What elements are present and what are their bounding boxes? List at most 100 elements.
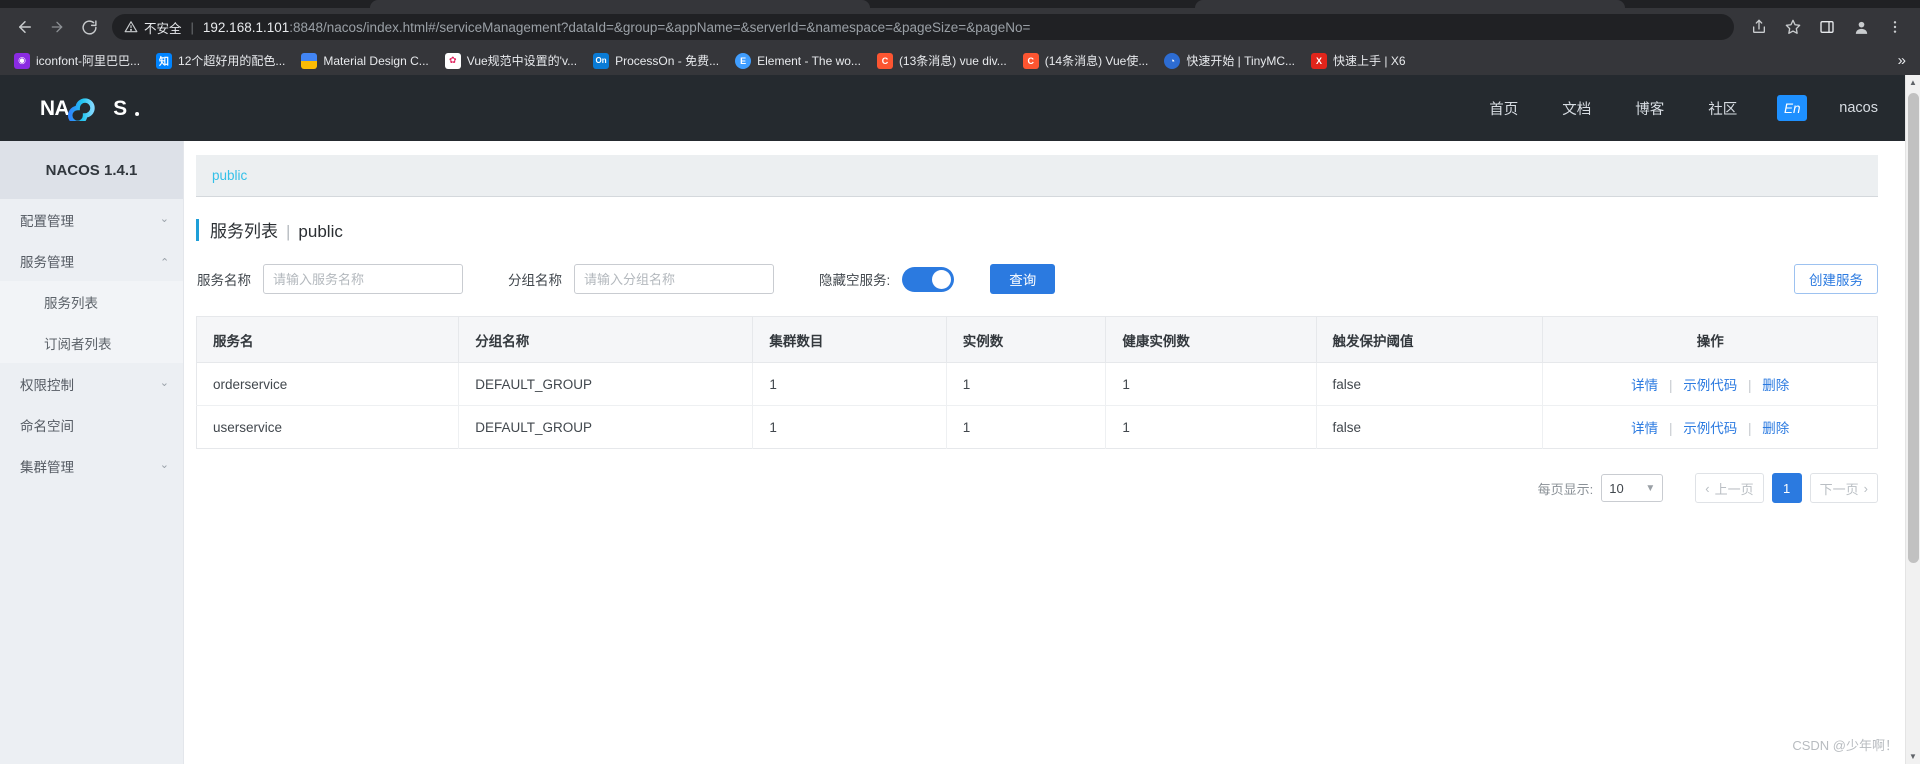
bookmark-label: 快速上手 | X6 [1333, 54, 1406, 68]
cell-group-name: DEFAULT_GROUP [458, 405, 754, 449]
delete-link[interactable]: 删除 [1762, 421, 1789, 436]
bookmark-label: (13条消息) vue div... [898, 54, 1007, 68]
scrollbar-thumb[interactable] [1908, 93, 1919, 563]
bookmark-label: iconfont-阿里巴巴... [36, 54, 141, 68]
column-header-instance-count: 实例数 [946, 316, 1107, 363]
browser-window: 不安全 | 192.168.1.101:8848/nacos/index.htm… [0, 0, 1920, 764]
scroll-down-arrow-icon[interactable]: ▼ [1906, 749, 1920, 764]
nav-item-home[interactable]: 首页 [1467, 98, 1540, 119]
user-menu[interactable]: nacos [1825, 100, 1888, 116]
table-header-row: 服务名 分组名称 集群数目 实例数 健康实例数 触发保护阈值 操作 [196, 316, 1878, 363]
bookmark-item[interactable]: On ProcessOn - 免费... [585, 49, 727, 72]
reload-button[interactable] [74, 12, 104, 42]
hide-empty-service-toggle[interactable] [902, 266, 955, 292]
column-header-cluster-count: 集群数目 [752, 316, 947, 363]
bookmark-label: (14条消息) Vue使... [1044, 54, 1149, 68]
page-title: 服务列表 | public [196, 217, 1878, 242]
page-number-button[interactable]: 1 [1771, 473, 1802, 503]
sidebar-item-label: 服务管理 [20, 254, 74, 270]
vertical-scrollbar[interactable]: ▲ ▼ [1905, 75, 1920, 764]
user-avatar-icon [1855, 21, 1867, 34]
nav-item-community[interactable]: 社区 [1686, 98, 1759, 119]
group-name-label: 分组名称 [508, 273, 562, 288]
browser-tab-active[interactable] [370, 0, 870, 8]
bookmark-item[interactable]: 知 12个超好用的配色... [148, 49, 293, 72]
bookmarks-overflow-button[interactable]: » [1892, 50, 1912, 71]
bookmark-label: Material Design C... [323, 53, 429, 68]
bookmark-item[interactable]: C (13条消息) vue div... [869, 49, 1015, 72]
cell-instance-count: 1 [946, 362, 1107, 406]
table-row: orderservice DEFAULT_GROUP 1 1 1 false 详… [196, 362, 1878, 406]
chevron-right-icon: › [1863, 480, 1868, 496]
column-header-operations: 操作 [1542, 316, 1878, 363]
action-separator: | [1747, 378, 1752, 393]
detail-link[interactable]: 详情 [1631, 378, 1658, 393]
table-row: userservice DEFAULT_GROUP 1 1 1 false 详情… [196, 405, 1878, 449]
bookmark-item[interactable]: Material Design C... [293, 50, 436, 72]
address-bar-url: 192.168.1.101:8848/nacos/index.html#/ser… [203, 20, 1030, 35]
nav-item-blog[interactable]: 博客 [1613, 98, 1686, 119]
chrome-menu-button[interactable] [1880, 12, 1910, 42]
forward-button[interactable] [42, 12, 72, 42]
delete-link[interactable]: 删除 [1762, 378, 1789, 393]
profile-button[interactable] [1846, 12, 1876, 42]
bookmark-item[interactable]: ✿ Vue规范中设置的'v... [437, 49, 585, 72]
back-arrow-icon [19, 21, 31, 33]
service-table: 服务名 分组名称 集群数目 实例数 健康实例数 触发保护阈值 操作 orders… [196, 316, 1878, 449]
query-button[interactable]: 查询 [990, 264, 1056, 294]
forward-arrow-icon [51, 21, 63, 33]
group-name-input[interactable] [574, 264, 774, 294]
tab-strip [0, 0, 1920, 8]
detail-link[interactable]: 详情 [1631, 421, 1658, 436]
cell-protect-threshold: false [1316, 405, 1544, 449]
back-button[interactable] [10, 12, 40, 42]
main-content: public 服务列表 | public 服务名称 分组名称 隐藏空服务: [184, 141, 1920, 764]
toolbar-actions [1744, 12, 1910, 42]
sidebar-item-service-list[interactable]: 服务列表 [0, 281, 183, 322]
page-size-select[interactable]: 10 ▼ [1601, 474, 1664, 502]
share-button[interactable] [1744, 12, 1774, 42]
sidebar-item-authority-control[interactable]: 权限控制 ⌄ [0, 363, 183, 404]
sidebar-item-namespace[interactable]: 命名空间 [0, 404, 183, 445]
browser-tab-secondary[interactable] [1195, 0, 1625, 8]
sidebar-item-subscriber-list[interactable]: 订阅者列表 [0, 322, 183, 363]
sidebar-item-label: 订阅者列表 [44, 336, 112, 352]
main-inner: public 服务列表 | public 服务名称 分组名称 隐藏空服务: [184, 141, 1920, 513]
x6-favicon-icon: X [1311, 52, 1328, 69]
bookmark-item[interactable]: C (14条消息) Vue使... [1015, 49, 1157, 72]
share-icon [1753, 19, 1765, 33]
prev-page-label: 上一页 [1714, 481, 1754, 497]
sidebar-item-cluster-management[interactable]: 集群管理 ⌄ [0, 445, 183, 486]
chevron-down-icon: ⌄ [159, 213, 169, 225]
chevron-up-icon: ⌄ [159, 255, 169, 267]
sample-code-link[interactable]: 示例代码 [1683, 421, 1737, 436]
next-page-button[interactable]: 下一页 › [1809, 473, 1878, 503]
sidebar: NACOS 1.4.1 配置管理 ⌄ 服务管理 ⌄ 服务列表 订阅者列表 权限控… [0, 141, 184, 764]
namespace-tab-public[interactable]: public [212, 168, 247, 183]
address-bar[interactable]: 不安全 | 192.168.1.101:8848/nacos/index.htm… [112, 14, 1734, 40]
nacos-logo[interactable]: NA S [40, 95, 144, 121]
svg-text:S: S [113, 97, 127, 120]
nav-item-docs[interactable]: 文档 [1540, 98, 1613, 119]
language-switch-button[interactable]: En [1777, 95, 1808, 121]
side-panel-button[interactable] [1812, 12, 1842, 42]
bookmark-item[interactable]: E Element - The wo... [727, 50, 869, 72]
bookmark-item[interactable]: ◔ 快速开始 | TinyMC... [1156, 49, 1303, 72]
bookmark-star-button[interactable] [1778, 12, 1808, 42]
prev-page-button[interactable]: ‹ 上一页 [1695, 473, 1764, 503]
nacos-logo-icon: NA S [40, 97, 140, 121]
star-icon [1785, 19, 1801, 34]
sidebar-item-service-management[interactable]: 服务管理 ⌄ [0, 240, 183, 281]
service-name-input[interactable] [263, 264, 463, 294]
sidebar-item-config-management[interactable]: 配置管理 ⌄ [0, 199, 183, 240]
csdn-favicon-icon: C [876, 52, 893, 69]
namespace-tab-bar: public [196, 155, 1878, 197]
bookmarks-bar: ◉ iconfont-阿里巴巴... 知 12个超好用的配色... Materi… [0, 46, 1920, 75]
sample-code-link[interactable]: 示例代码 [1683, 378, 1737, 393]
bookmark-label: Element - The wo... [757, 53, 861, 68]
create-service-button[interactable]: 创建服务 [1794, 264, 1878, 294]
scroll-up-arrow-icon[interactable]: ▲ [1906, 75, 1920, 90]
bookmark-item[interactable]: ◉ iconfont-阿里巴巴... [6, 49, 148, 72]
bookmark-item[interactable]: X 快速上手 | X6 [1303, 49, 1413, 72]
tinymce-favicon-icon: ◔ [1164, 52, 1181, 69]
